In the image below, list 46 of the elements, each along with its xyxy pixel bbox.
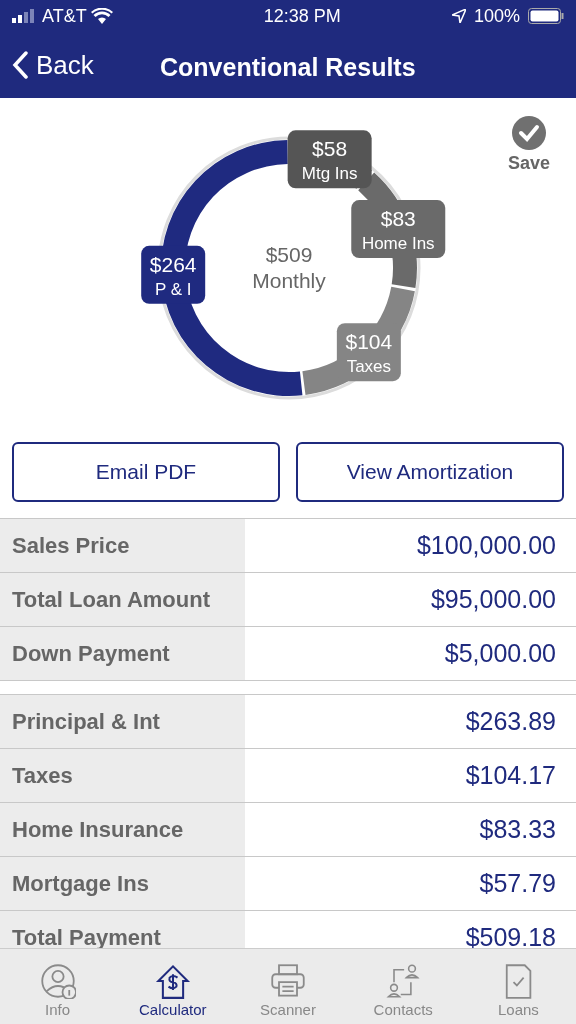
row-label: Sales Price: [0, 519, 245, 572]
data-label: $264: [149, 252, 197, 276]
slice-label: $83 Home Ins: [351, 200, 446, 259]
back-chevron-icon: [12, 51, 28, 79]
row-value: $263.89: [464, 705, 557, 737]
slice-label: Mtg Ins: [301, 164, 358, 184]
slice-label: $264 P & I: [141, 245, 206, 304]
back-button[interactable]: Back: [0, 32, 94, 98]
clock: 12:38 PM: [263, 4, 341, 28]
slice-label: Home Ins: [361, 234, 435, 254]
tab-contacts[interactable]: Contacts: [345, 949, 461, 1024]
checkmark-icon: [511, 116, 546, 150]
row-label: Principal & Int: [0, 695, 245, 748]
location-icon: [451, 9, 466, 23]
contacts-icon: [385, 962, 422, 999]
house-dollar-icon: [154, 962, 191, 999]
data-label: $58: [312, 137, 348, 161]
row-value: $95,000.00: [429, 583, 557, 615]
row-label: Mortgage Ins: [0, 857, 245, 910]
row-value: $104.17: [464, 759, 557, 791]
slice-label: Taxes: [346, 357, 392, 377]
total-caption: Monthly: [252, 269, 326, 292]
row-label: Home Insurance: [0, 803, 245, 856]
save-button[interactable]: Save: [507, 116, 550, 177]
row-label: Down Payment: [0, 627, 245, 680]
slice-label: P & I: [154, 279, 192, 299]
wifi-icon: [90, 8, 113, 24]
person-info-icon: [39, 962, 76, 999]
screen-title: Conventional Results: [160, 52, 416, 83]
row-value: $83.33: [478, 813, 557, 845]
data-label: $104: [345, 330, 393, 354]
slice-label: $104 Taxes: [336, 323, 401, 382]
row-label: Total Loan Amount: [0, 573, 245, 626]
data-label: $83: [380, 207, 416, 231]
carrier-name: AT&T: [42, 4, 87, 28]
battery-percentage: 100%: [473, 4, 520, 28]
printer-icon: [270, 962, 306, 999]
slice-label: $58 Mtg Ins: [287, 130, 372, 189]
total-amount: $509: [265, 243, 313, 266]
view-amortization-button[interactable]: View Amortization: [296, 442, 564, 502]
email-pdf-button[interactable]: Email PDF: [12, 442, 280, 502]
battery-icon: [528, 8, 564, 24]
row-value: $57.79: [478, 867, 557, 899]
row-value: $100,000.00: [415, 529, 557, 561]
row-label: Taxes: [0, 749, 245, 802]
row-value: $5,000.00: [443, 637, 557, 669]
